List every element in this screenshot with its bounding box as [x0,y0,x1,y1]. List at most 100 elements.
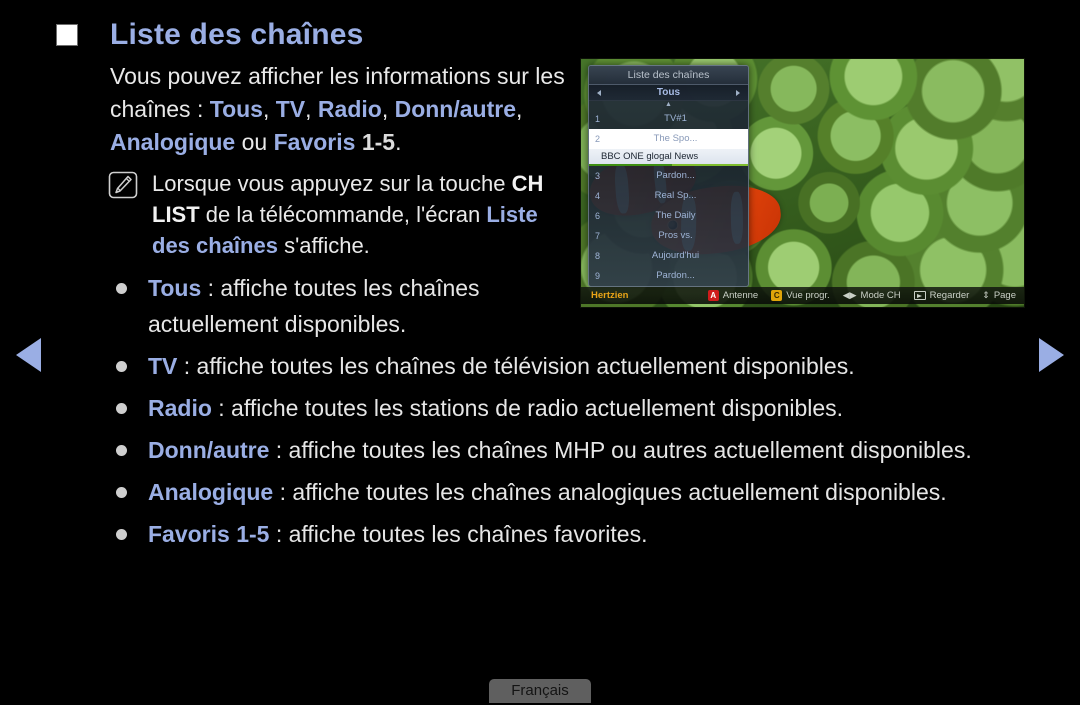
bullet-term: TV [148,353,178,379]
bullet-term: Donn/autre [148,437,270,463]
channel-number: 6 [595,211,601,221]
left-right-arrows-icon: ◀▶ [842,290,857,300]
intro-paragraph: Vous pouvez afficher les informations su… [110,60,580,159]
status-bar-items: A Antenne C Vue progr. ◀▶ Mode CH Regard… [707,290,1016,301]
status-item-regarder[interactable]: Regarder [913,290,970,301]
status-label: Vue progr. [786,290,830,301]
channel-number: 3 [595,171,601,181]
arrow-left-icon[interactable] [597,90,601,96]
note-part-3: s'affiche. [277,233,370,258]
bullet-list: Tous : affiche toutes les chaînes actuel… [108,270,1038,558]
keyword-favoris-range: 1-5 [355,129,396,155]
tv-screenshot-panel: Liste des chaînes Tous ▲ 1 TV#1 2 The Sp… [580,58,1025,308]
bullet-desc: : affiche toutes les stations de radio a… [211,395,844,421]
channel-name: TV#1 [664,113,687,124]
bullet-desc: : affiche toutes les chaînes favorites. [269,521,648,547]
source-label: Hertzien [591,290,629,301]
channel-name: Real Sp... [654,190,697,201]
section-marker-square [56,24,78,46]
channel-row[interactable]: 8 Aujourd'hui [589,246,748,266]
bullet-term: Radio [148,395,212,421]
red-key-icon: A [707,290,719,301]
note-text: Lorsque vous appuyez sur la touche CH LI… [152,168,578,261]
previous-page-arrow[interactable] [16,338,41,372]
bullet-term: Analogique [148,479,274,505]
keyword-radio: Radio [317,96,382,122]
status-item-vue-progr[interactable]: C Vue progr. [771,290,830,301]
bullet-term: Favoris 1-5 [148,521,270,547]
status-label: Regarder [929,290,970,301]
yellow-key-icon: C [771,290,783,301]
scroll-up-icon[interactable]: ▲ [589,101,748,109]
channel-info-row: BBC ONE glogal News [589,149,748,166]
channel-name: Pardon... [656,270,695,281]
channel-row[interactable]: 3 Pardon... [589,166,748,186]
bullet-dot-icon [116,445,127,456]
manual-page: Liste des chaînes Vous pouvez afficher l… [0,0,1080,705]
page-title-row: Liste des chaînes [56,18,364,52]
channel-list-overlay: Liste des chaînes Tous ▲ 1 TV#1 2 The Sp… [588,65,749,287]
channel-list-header: Liste des chaînes [589,66,748,85]
list-item: Donn/autre : affiche toutes les chaînes … [108,432,1038,468]
keyword-donn-autre: Donn/autre [394,96,516,122]
bullet-desc: : affiche toutes les chaînes de télévisi… [177,353,855,379]
note-pen-icon [108,171,138,199]
channel-name: The Daily [655,210,696,221]
note-block: Lorsque vous appuyez sur la touche CH LI… [108,168,578,261]
bullet-dot-icon [116,283,127,294]
next-page-arrow[interactable] [1039,338,1064,372]
bullet-term: Tous [148,275,202,301]
channel-name: Aujourd'hui [651,250,700,261]
status-item-page[interactable]: ⇕ Page [982,290,1016,301]
list-item: Tous : affiche toutes les chaînes actuel… [108,270,578,342]
intro-end: . [395,129,402,155]
status-item-antenne[interactable]: A Antenne [707,290,759,301]
list-item: Favoris 1-5 : affiche toutes les chaînes… [108,516,1038,552]
keyword-favoris: Favoris [273,129,356,155]
keyword-tous: Tous [209,96,263,122]
bullet-dot-icon [116,403,127,414]
channel-number: 7 [595,231,601,241]
up-down-arrows-icon: ⇕ [982,290,990,300]
list-item: Analogique : affiche toutes les chaînes … [108,474,1038,510]
channel-row[interactable]: 4 Real Sp... [589,186,748,206]
channel-row[interactable]: 6 The Daily [589,206,748,226]
status-label: Mode CH [860,290,901,301]
bullet-desc: : affiche toutes les chaînes analogiques… [273,479,947,505]
bullet-desc: : affiche toutes les chaînes MHP ou autr… [269,437,972,463]
channel-number: 8 [595,251,601,261]
channel-row-selected[interactable]: 2 The Spo... [589,129,748,149]
note-part-1: Lorsque vous appuyez sur la touche [152,171,512,196]
intro-sep-2: , [305,96,318,122]
channel-number: 2 [595,134,601,144]
list-item: TV : affiche toutes les chaînes de télév… [108,348,1038,384]
channel-row[interactable]: 7 Pros vs. [589,226,748,246]
channel-info-text: BBC ONE glogal News [601,151,699,162]
bullet-dot-icon [116,529,127,540]
status-label: Antenne [722,290,759,301]
channel-name: Pros vs. [658,230,693,241]
status-item-mode-ch[interactable]: ◀▶ Mode CH [843,290,901,301]
page-title: Liste des chaînes [110,18,364,51]
intro-sep-1: , [262,96,276,122]
channel-number: 1 [595,114,601,124]
channel-filter-selector[interactable]: Tous [589,85,748,101]
channel-number: 9 [595,271,601,281]
arrow-right-icon[interactable] [736,90,740,96]
channel-name: Pardon... [656,170,695,181]
bullet-dot-icon [116,487,127,498]
channel-row[interactable]: 1 TV#1 [589,109,748,129]
channel-number: 4 [595,191,601,201]
channel-name: The Spo... [653,133,698,144]
channel-filter-label: Tous [656,87,681,98]
keyword-tv: TV [275,96,306,122]
intro-sep-5: ou [235,129,274,155]
note-part-2: de la télécommande, l'écran [199,202,487,227]
language-button[interactable]: Français [489,679,591,703]
channel-row[interactable]: 9 Pardon... [589,266,748,286]
keyword-analogique: Analogique [110,129,236,155]
bullet-dot-icon [116,361,127,372]
tv-status-bar: Hertzien A Antenne C Vue progr. ◀▶ Mode … [581,287,1024,304]
intro-sep-4: , [515,96,523,122]
enter-key-icon [913,291,926,300]
